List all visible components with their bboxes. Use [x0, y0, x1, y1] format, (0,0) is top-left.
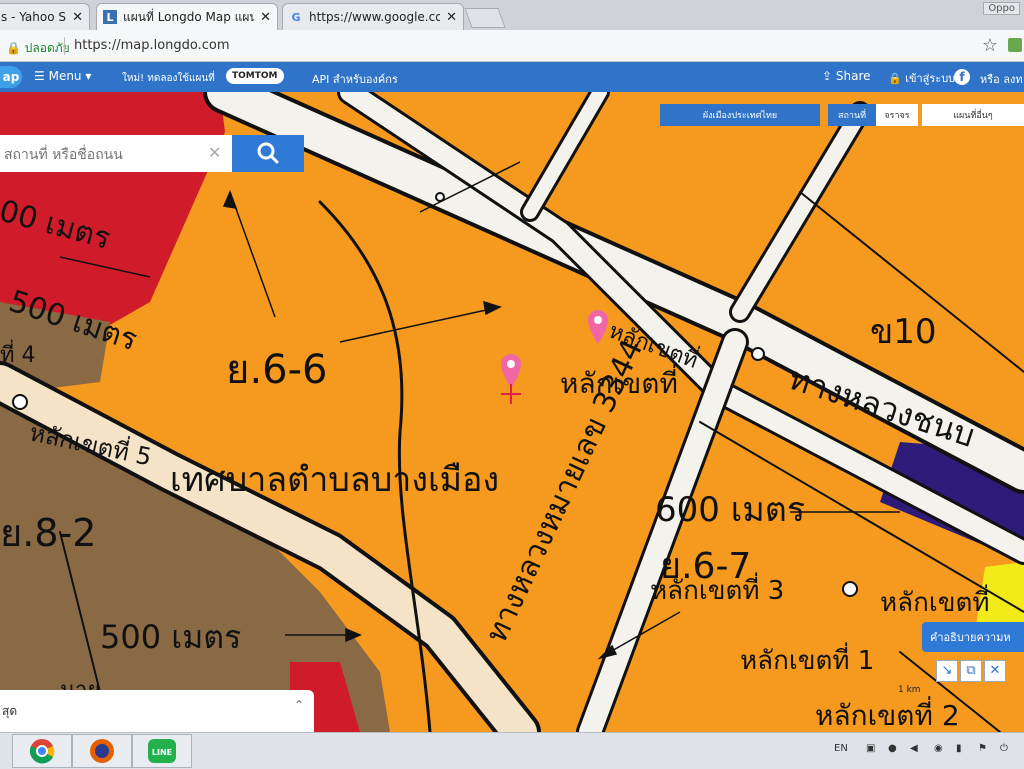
extension-icon[interactable]	[1008, 38, 1022, 52]
boundary-label-3: หลักเขตที่ 3	[650, 576, 785, 606]
search-input[interactable]	[0, 135, 196, 174]
longdo-header: ap ☰ Menu ▾ ใหม่! ทดลองใช้แผนที่ TOMTOM …	[0, 62, 1024, 92]
login-button[interactable]: 🔒 เข้าสู่ระบบ	[888, 69, 955, 87]
municipality-label: เทศบาลตำบลบางเมือง	[170, 460, 500, 500]
chrome-icon	[29, 739, 55, 764]
chevron-up-icon[interactable]: ⌃	[294, 698, 304, 712]
facebook-icon[interactable]: f	[954, 69, 970, 85]
line-icon: LINE	[148, 739, 176, 763]
url-field[interactable]: https://map.longdo.com	[74, 38, 230, 53]
share-icon: ⇪	[822, 69, 833, 83]
clear-search-icon[interactable]: ✕	[208, 143, 221, 162]
layer-other-label: แผนที่อื่นๆ	[953, 111, 993, 121]
tab-close-icon[interactable]: ✕	[72, 10, 83, 25]
bookmark-star-icon[interactable]: ☆	[982, 35, 998, 56]
map-canvas[interactable]: ย.6-6 ย.6-7 ย.8-2 600 เมตร 500 เมตร 500 …	[0, 92, 1024, 732]
hamburger-icon: ☰	[34, 69, 45, 83]
tray-signal-icon[interactable]: ▮	[956, 743, 962, 754]
measure-tool-icon[interactable]: ↘	[936, 660, 958, 682]
scale-label: 1 km	[898, 685, 921, 695]
promo-link[interactable]: ใหม่! ทดลองใช้แผนที่	[122, 71, 215, 86]
lock-icon: 🔒	[6, 41, 21, 55]
menu-label: Menu	[48, 69, 82, 83]
register-link[interactable]: หรือ ลงท	[980, 70, 1023, 88]
tray-network-icon[interactable]: ▣	[866, 743, 875, 754]
boundary-label-2: หลักเขตที่ 2	[815, 699, 960, 732]
tray-volume-icon[interactable]: ◀	[910, 743, 918, 754]
google-favicon-icon: G	[291, 10, 301, 24]
tray-record-icon[interactable]: ◉	[934, 743, 943, 754]
legend-button[interactable]: คำอธิบายความห	[922, 622, 1024, 652]
search-button[interactable]	[232, 135, 304, 172]
api-link[interactable]: API สำหรับองค์กร	[312, 70, 398, 88]
distance-label-600m: 600 เมตร	[655, 490, 806, 530]
tray-flag-icon[interactable]: ⚑	[978, 743, 987, 754]
secure-indicator[interactable]: 🔒 ปลอดภัย	[6, 39, 70, 58]
taskbar: LINE EN ▣ ● ◀ ◉ ▮ ⚑ ⏻	[0, 732, 1024, 769]
caret-down-icon: ▾	[85, 69, 92, 83]
road-label-kho10: ข10	[870, 312, 937, 352]
zone-label-y82: ย.8-2	[0, 511, 97, 555]
menu-button[interactable]: ☰ Menu ▾	[34, 69, 91, 83]
profile-label[interactable]: Oppo	[983, 2, 1020, 15]
firefox-taskbar-icon[interactable]	[72, 734, 132, 768]
tab-yahoo[interactable]: s - Yahoo Se ✕	[0, 3, 90, 30]
tab-close-icon[interactable]: ✕	[446, 10, 457, 25]
tab-longdo[interactable]: L แผนที่ Longdo Map แผนที่ ✕	[96, 3, 278, 30]
new-tab-button[interactable]	[464, 8, 506, 28]
distance-label-500m: 500 เมตร	[100, 618, 242, 656]
boundary-label-center: หลักเขตที่	[560, 367, 678, 400]
login-label: เข้าสู่ระบบ	[905, 72, 956, 85]
results-panel[interactable]: สุด ⌃	[0, 690, 314, 732]
tomtom-badge[interactable]: TOMTOM	[226, 68, 284, 84]
layer-traffic-label: จราจร	[884, 111, 910, 121]
url-separator	[64, 37, 65, 55]
svg-text:LINE: LINE	[152, 748, 172, 757]
tab-title: https://www.google.com	[309, 10, 441, 24]
map-type-label: ผังเมืองประเทศไทย	[702, 111, 778, 121]
share-button[interactable]: ⇪ Share	[822, 69, 871, 83]
close-tool-icon[interactable]: ✕	[984, 660, 1006, 682]
share-label: Share	[835, 69, 871, 83]
layer-other-button[interactable]: แผนที่อื่นๆ	[922, 104, 1024, 126]
legend-label: คำอธิบายความห	[930, 631, 1011, 644]
firefox-icon	[90, 739, 114, 763]
layer-traffic-button[interactable]: จราจร	[876, 104, 918, 126]
search-icon	[257, 142, 279, 164]
tab-close-icon[interactable]: ✕	[260, 10, 271, 25]
results-panel-text: สุด	[2, 704, 18, 718]
tab-google[interactable]: G https://www.google.com ✕	[282, 3, 464, 30]
boundary-label-4: ที่ 4	[0, 343, 36, 368]
language-indicator[interactable]: EN	[834, 743, 848, 754]
map-type-dropdown[interactable]: ผังเมืองประเทศไทย	[660, 104, 820, 126]
zone-label-y66: ย.6-6	[226, 347, 328, 393]
tray-power-icon[interactable]: ⏻	[1000, 743, 1008, 754]
secure-label: ปลอดภัย	[24, 41, 70, 55]
search-box: ✕	[0, 135, 232, 174]
tab-title: แผนที่ Longdo Map แผนที่	[123, 9, 255, 24]
line-taskbar-icon[interactable]: LINE	[132, 734, 192, 768]
lock-icon: 🔒	[888, 72, 902, 85]
layer-station-button[interactable]: สถานที่	[828, 104, 876, 126]
longdo-favicon-icon: L	[103, 10, 117, 24]
layer-station-label: สถานที่	[837, 111, 867, 121]
layers-tool-icon[interactable]: ⧉	[960, 660, 982, 682]
chrome-taskbar-icon[interactable]	[12, 734, 72, 768]
tab-title: s - Yahoo Se	[1, 10, 66, 24]
boundary-label-1: หลักเขตที่ 1	[740, 646, 875, 676]
boundary-label-right: หลักเขตที่	[880, 588, 990, 618]
longdo-logo[interactable]: ap	[0, 66, 22, 88]
browser-tab-strip: s - Yahoo Se ✕ L แผนที่ Longdo Map แผนที…	[0, 0, 1024, 30]
address-bar: 🔒 ปลอดภัย https://map.longdo.com ☆	[0, 30, 1024, 62]
tray-line-icon[interactable]: ●	[888, 743, 897, 754]
